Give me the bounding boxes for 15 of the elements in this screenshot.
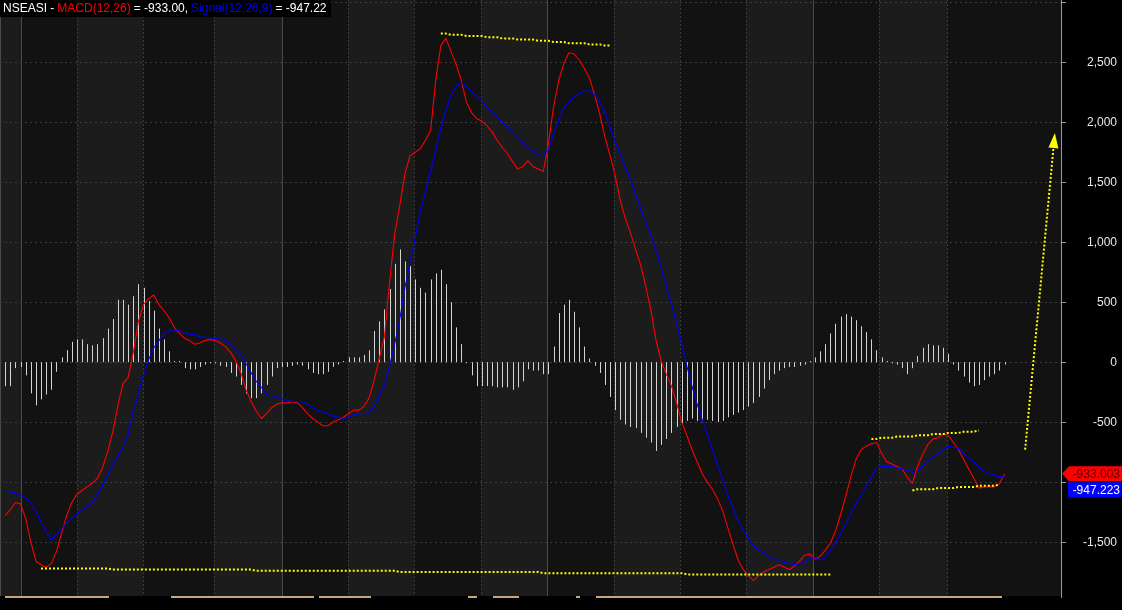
- legend-label: MACD(12,26): [57, 2, 131, 15]
- axis-label: -500: [1092, 415, 1117, 430]
- axis-label: 500: [1096, 295, 1117, 310]
- axis-label: 2,500: [1086, 55, 1117, 70]
- axis-label: 1,000: [1086, 235, 1117, 250]
- legend-value: = -947.22: [275, 2, 327, 15]
- price-tag: -933.003: [1062, 466, 1122, 482]
- chart-title: NSEASI -: [3, 2, 55, 15]
- axis-label: 0: [1110, 355, 1117, 370]
- price-tag: -947.223: [1068, 482, 1121, 498]
- axis-label: 1,500: [1086, 175, 1117, 190]
- legend-value: = -933.00,: [133, 2, 189, 15]
- legend-label: Signal(12,26,9): [191, 2, 273, 15]
- axis-label: 2,000: [1086, 115, 1117, 130]
- axis-label: -1,500: [1082, 535, 1117, 550]
